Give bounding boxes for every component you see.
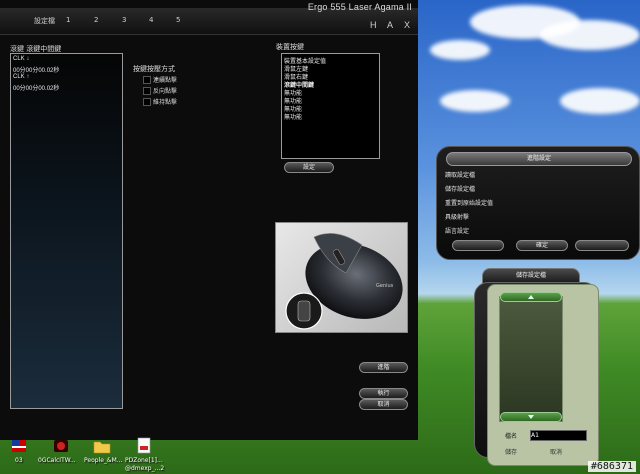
desktop-icon-label: People_&M... [84,457,123,464]
help-button[interactable]: H [370,20,377,30]
macro-list[interactable]: CLK ↓ 00分00分00.02秒 CLK ↑ 00分00分00.02秒 [10,53,123,409]
svg-text:Genius: Genius [376,283,394,289]
trigger-label: 按鍵按壓方式 [133,65,175,73]
scroll-up-button[interactable] [500,292,562,302]
chevron-down-icon [528,415,534,419]
tab-4[interactable]: 4 [149,16,153,24]
trigger-checkbox[interactable] [143,87,151,95]
save-button[interactable]: 儲存 [505,447,517,456]
chevron-up-icon [528,295,534,299]
macro-line: 00分00分00.02秒 [13,86,60,92]
macro-line: 00分00分00.02秒 [13,68,60,74]
filename-input[interactable]: A1 [530,430,587,441]
desktop-icon-label: 03 [15,457,23,464]
app-title: Ergo 555 Laser Agama II [307,2,412,12]
filename-label: 檔名 [505,433,518,440]
menu-item-reset-defaults[interactable]: 重置到原始設定值 [445,198,493,207]
tab-profile[interactable]: 設定檔 [34,16,55,26]
set-button[interactable]: 設定 [284,162,334,173]
mouse-image: Genius [275,222,408,333]
document-icon[interactable] [135,437,153,454]
about-button[interactable]: A [387,20,393,30]
advanced-settings-header: 進階設定 [446,152,632,166]
desktop-icon-sublabel: @dmexp_...2 [125,465,165,472]
profile-list[interactable] [499,296,563,422]
button-list-label: 裝置按鍵 [276,43,304,51]
advanced-right-button[interactable] [575,240,629,251]
app-icon[interactable] [52,438,70,454]
folder-icon[interactable] [93,438,111,454]
tab-5[interactable]: 5 [176,16,180,24]
menu-item-save-profile[interactable]: 儲存設定檔 [445,184,475,193]
advanced-left-button[interactable] [452,240,504,251]
list-item[interactable]: 無功能 [284,112,302,121]
desktop-icon-label: PDZone[1]... [125,457,163,464]
trigger-checkbox[interactable] [143,98,151,106]
menu-item-rapid-fire[interactable]: 具級射擊 [445,212,469,221]
app-topbar [0,8,418,35]
macro-line: CLK ↑ [13,74,30,80]
trigger-option-label: 反向點擊 [153,88,178,95]
cancel-button[interactable]: 取消 [359,399,408,410]
scroll-down-button[interactable] [500,412,562,422]
close-button[interactable]: X [404,20,410,30]
run-button[interactable]: 執行 [359,388,408,399]
menu-item-language[interactable]: 語言設定 [445,226,469,235]
macro-line: CLK ↓ [13,56,30,62]
trigger-option-label: 維持點擊 [153,99,178,106]
device-button-list[interactable]: 裝置基本設定值 滑鼠左鍵 滑鼠右鍵 滾鍵中間鍵 無功能 無功能 無功能 無功能 [281,53,380,159]
trigger-option-label: 連續點擊 [153,77,178,84]
dialog-cancel-button[interactable]: 取消 [550,447,562,456]
mouse-illustration-icon: Genius [285,233,403,330]
tab-1[interactable]: 1 [66,16,70,24]
menu-item-load-profile[interactable]: 讀取設定檔 [445,170,475,179]
ok-button[interactable]: 確定 [516,240,568,251]
advanced-button[interactable]: 進階 [359,362,408,373]
desktop-icon-label: 0GCalcITW... [38,457,76,464]
trigger-checkbox[interactable] [143,76,151,84]
watermark: #686371 [587,461,636,472]
tab-2[interactable]: 2 [94,16,98,24]
tab-3[interactable]: 3 [122,16,126,24]
flag-icon[interactable] [10,438,28,454]
mouse-config-window: 設定檔 1 2 3 4 5 Ergo 555 Laser Agama II H … [0,0,418,440]
